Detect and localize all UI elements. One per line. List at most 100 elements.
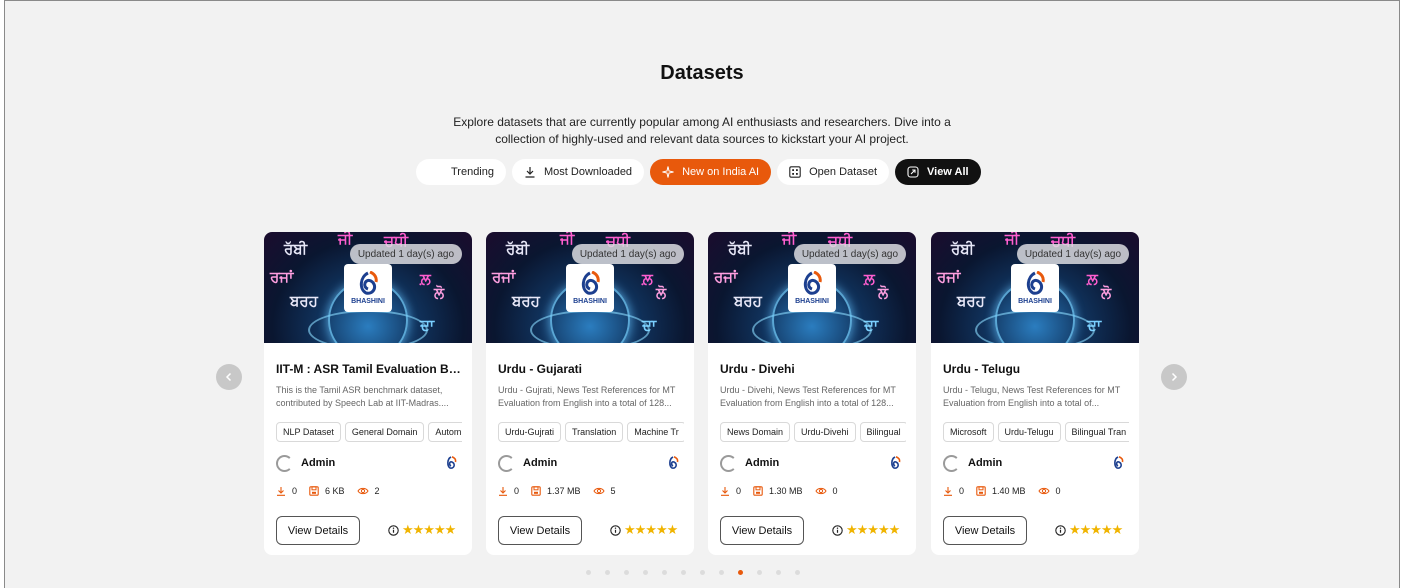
download-icon	[721, 487, 729, 496]
carousel-prev-button[interactable]	[216, 364, 242, 390]
download-count: 0	[720, 486, 741, 496]
download-icon	[944, 487, 952, 496]
rating: ★★★★★	[1055, 522, 1123, 537]
dataset-banner-image: ਰੱਬੀ ਜੀ ਚਧੀ ਰਜਾਂ ਬਰਹ ਲ਼ ਲੋ ਦਾ BHASHINI U…	[486, 232, 694, 343]
view-count: 2	[356, 486, 380, 496]
tag-list: NLP Dataset General Domain Autom	[276, 422, 462, 442]
filter-tabs: Trending Most Downloaded New on India AI…	[416, 159, 981, 185]
organization-logo-icon	[669, 456, 679, 469]
view-details-button[interactable]: View Details	[943, 516, 1027, 545]
tag[interactable]: Machine Tr	[627, 422, 684, 442]
file-size-value: 1.40 MB	[992, 486, 1026, 496]
info-icon[interactable]	[610, 524, 621, 536]
bhashini-logo-icon	[359, 271, 378, 295]
pagination-dot[interactable]	[738, 570, 743, 575]
tag[interactable]: General Domain	[344, 422, 425, 442]
pagination-dot[interactable]	[700, 570, 705, 575]
carousel-next-button[interactable]	[1161, 364, 1187, 390]
section-subtitle: Explore datasets that are currently popu…	[453, 115, 951, 146]
avatar	[943, 454, 960, 472]
tag[interactable]: Translation	[565, 422, 624, 442]
tag[interactable]: Autom	[428, 422, 462, 442]
save-icon	[309, 486, 319, 496]
dataset-title[interactable]: Urdu - Gujarati	[498, 362, 684, 376]
dataset-title[interactable]: IIT-M : ASR Tamil Evaluation Be...	[276, 362, 462, 376]
stats-row: 0 6 KB 2	[276, 484, 392, 498]
stats-row: 0 1.30 MB 0	[720, 484, 850, 498]
tag[interactable]: Microsoft	[943, 422, 994, 442]
tab-view-all[interactable]: View All	[895, 159, 981, 185]
pagination-dot[interactable]	[719, 570, 724, 575]
author-row: Admin	[498, 454, 684, 472]
tab-trending[interactable]: Trending	[416, 159, 506, 185]
tab-open-dataset[interactable]: Open Dataset	[777, 159, 889, 185]
download-count-value: 0	[514, 486, 520, 496]
info-icon[interactable]	[832, 524, 843, 536]
section-title: Datasets	[660, 62, 744, 84]
dataset-card[interactable]: ਰੱਬੀ ਜੀ ਚਧੀ ਰਜਾਂ ਬਰਹ ਲ਼ ਲੋ ਦਾ BHASHINI U…	[264, 232, 472, 555]
pagination-dot[interactable]	[795, 570, 800, 575]
pagination-dot[interactable]	[662, 570, 667, 575]
pagination-dot[interactable]	[605, 570, 610, 575]
bhashini-logo: BHASHINI	[788, 264, 836, 312]
tab-new-on-india-ai[interactable]: New on India AI	[650, 159, 772, 185]
view-details-button[interactable]: View Details	[720, 516, 804, 545]
avatar	[498, 454, 515, 472]
tag-list: Microsoft Urdu-Telugu Bilingual Tran	[943, 422, 1129, 442]
pagination-dot[interactable]	[586, 570, 591, 575]
download-icon	[499, 487, 507, 496]
dataset-title[interactable]: Urdu - Divehi	[720, 362, 906, 376]
tab-most-downloaded[interactable]: Most Downloaded	[512, 159, 645, 185]
view-count-value: 5	[610, 486, 616, 496]
external-link-icon	[907, 166, 919, 178]
view-details-button[interactable]: View Details	[276, 516, 360, 545]
tab-label: Most Downloaded	[544, 166, 633, 178]
dataset-card[interactable]: ਰੱਬੀ ਜੀ ਚਧੀ ਰਜਾਂ ਬਰਹ ਲ਼ ਲੋ ਦਾ BHASHINI U…	[486, 232, 694, 555]
pagination-dot[interactable]	[643, 570, 648, 575]
carousel-pagination	[586, 570, 800, 575]
file-size: 1.30 MB	[753, 486, 803, 496]
download-count-value: 0	[292, 486, 298, 496]
author-name: Admin	[301, 457, 336, 469]
organization-logo-icon	[447, 456, 457, 469]
download-count-value: 0	[959, 486, 965, 496]
star-rating-icon: ★★★★★	[1069, 522, 1123, 537]
file-size-value: 6 KB	[325, 486, 345, 496]
pagination-dot[interactable]	[681, 570, 686, 575]
save-icon	[531, 486, 541, 496]
info-icon[interactable]	[1055, 524, 1066, 536]
dataset-title[interactable]: Urdu - Telugu	[943, 362, 1129, 376]
dataset-card[interactable]: ਰੱਬੀ ਜੀ ਚਧੀ ਰਜਾਂ ਬਰਹ ਲ਼ ਲੋ ਦਾ BHASHINI U…	[708, 232, 916, 555]
rating: ★★★★★	[610, 523, 678, 537]
pagination-dot[interactable]	[757, 570, 762, 575]
chevron-left-icon	[225, 372, 232, 382]
tag[interactable]: Urdu-Telugu	[997, 422, 1061, 442]
view-count: 0	[814, 486, 838, 496]
file-size: 1.37 MB	[531, 486, 581, 496]
download-icon	[525, 167, 535, 178]
eye-icon	[592, 487, 605, 495]
view-details-button[interactable]: View Details	[498, 516, 582, 545]
dataset-description: Urdu - Telugu, News Test References for …	[943, 385, 1121, 408]
rating: ★★★★★	[832, 523, 900, 537]
tag[interactable]: News Domain	[720, 422, 791, 442]
author-row: Admin	[943, 454, 1129, 472]
tag[interactable]: Bilingual	[859, 422, 906, 442]
tag[interactable]: Urdu-Gujrati	[498, 422, 562, 442]
bhashini-logo: BHASHINI	[566, 264, 614, 312]
save-icon	[753, 486, 763, 496]
info-icon[interactable]	[388, 524, 399, 536]
download-count: 0	[943, 486, 964, 496]
tag[interactable]: NLP Dataset	[276, 422, 341, 442]
tag[interactable]: Urdu-Divehi	[794, 422, 856, 442]
dataset-card[interactable]: ਰੱਬੀ ਜੀ ਚਧੀ ਰਜਾਂ ਬਰਹ ਲ਼ ਲੋ ਦਾ BHASHINI U…	[931, 232, 1139, 555]
avatar	[720, 454, 737, 472]
chevron-right-icon	[1171, 372, 1178, 382]
updated-badge: Updated 1 day(s) ago	[793, 244, 906, 264]
pagination-dot[interactable]	[624, 570, 629, 575]
view-count-value: 0	[1055, 486, 1061, 496]
pagination-dot[interactable]	[776, 570, 781, 575]
tag[interactable]: Bilingual Tran	[1064, 422, 1129, 442]
view-count-value: 2	[374, 486, 380, 496]
save-icon	[976, 486, 986, 496]
